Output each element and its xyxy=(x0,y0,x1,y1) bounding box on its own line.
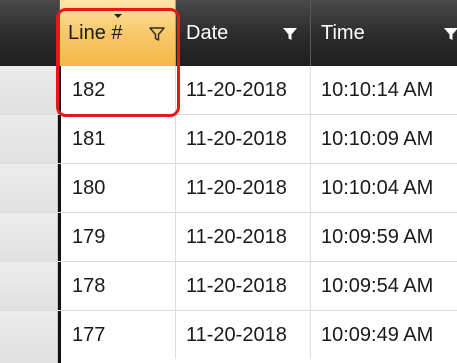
row-selector[interactable] xyxy=(0,164,58,212)
column-header-label: Date xyxy=(186,21,229,44)
cell-time[interactable]: 10:09:54 AM xyxy=(311,262,457,310)
cell-time[interactable]: 10:09:49 AM xyxy=(311,311,457,359)
cell-line[interactable]: 181 xyxy=(61,115,176,163)
row-selector[interactable] xyxy=(0,115,58,163)
cell-date[interactable]: 11-20-2018 xyxy=(176,66,311,114)
table-row[interactable]: 180 11-20-2018 10:10:04 AM xyxy=(0,164,457,213)
column-header-time[interactable]: Time xyxy=(311,0,457,66)
table-row[interactable]: 182 11-20-2018 10:10:14 AM xyxy=(0,66,457,115)
row-selector[interactable] xyxy=(0,66,58,114)
column-header-label: Time xyxy=(321,21,365,44)
cell-time[interactable]: 10:10:09 AM xyxy=(311,115,457,163)
filter-funnel-icon[interactable] xyxy=(149,26,165,42)
cell-time[interactable]: 10:09:59 AM xyxy=(311,213,457,261)
filter-funnel-icon[interactable] xyxy=(282,26,298,42)
table-row[interactable]: 178 11-20-2018 10:09:54 AM xyxy=(0,262,457,311)
row-selector[interactable] xyxy=(0,311,58,363)
table-row[interactable]: 179 11-20-2018 10:09:59 AM xyxy=(0,213,457,262)
row-selector[interactable] xyxy=(0,213,58,261)
cell-time[interactable]: 10:10:14 AM xyxy=(311,66,457,114)
column-header-label: Line # xyxy=(68,21,123,44)
cell-time[interactable]: 10:10:04 AM xyxy=(311,164,457,212)
cell-line[interactable]: 179 xyxy=(61,213,176,261)
cell-date[interactable]: 11-20-2018 xyxy=(176,311,311,359)
sort-descending-icon xyxy=(114,14,122,18)
cell-date[interactable]: 11-20-2018 xyxy=(176,213,311,261)
cell-date[interactable]: 11-20-2018 xyxy=(176,164,311,212)
cell-line[interactable]: 178 xyxy=(61,262,176,310)
data-grid: Line # Date Time 182 11-20-2018 10:10:14… xyxy=(0,0,457,363)
column-header-line[interactable]: Line # xyxy=(60,0,176,66)
row-selector[interactable] xyxy=(0,262,58,310)
cell-date[interactable]: 11-20-2018 xyxy=(176,262,311,310)
cell-line[interactable]: 182 xyxy=(61,66,176,114)
table-row[interactable]: 181 11-20-2018 10:10:09 AM xyxy=(0,115,457,164)
cell-line[interactable]: 180 xyxy=(61,164,176,212)
cell-date[interactable]: 11-20-2018 xyxy=(176,115,311,163)
column-header-date[interactable]: Date xyxy=(176,0,311,66)
table-row[interactable]: 177 11-20-2018 10:09:49 AM xyxy=(0,311,457,363)
grid-header: Line # Date Time xyxy=(0,0,457,66)
cell-line[interactable]: 177 xyxy=(61,311,176,359)
row-selector-header xyxy=(0,0,60,66)
filter-funnel-icon[interactable] xyxy=(443,26,457,42)
